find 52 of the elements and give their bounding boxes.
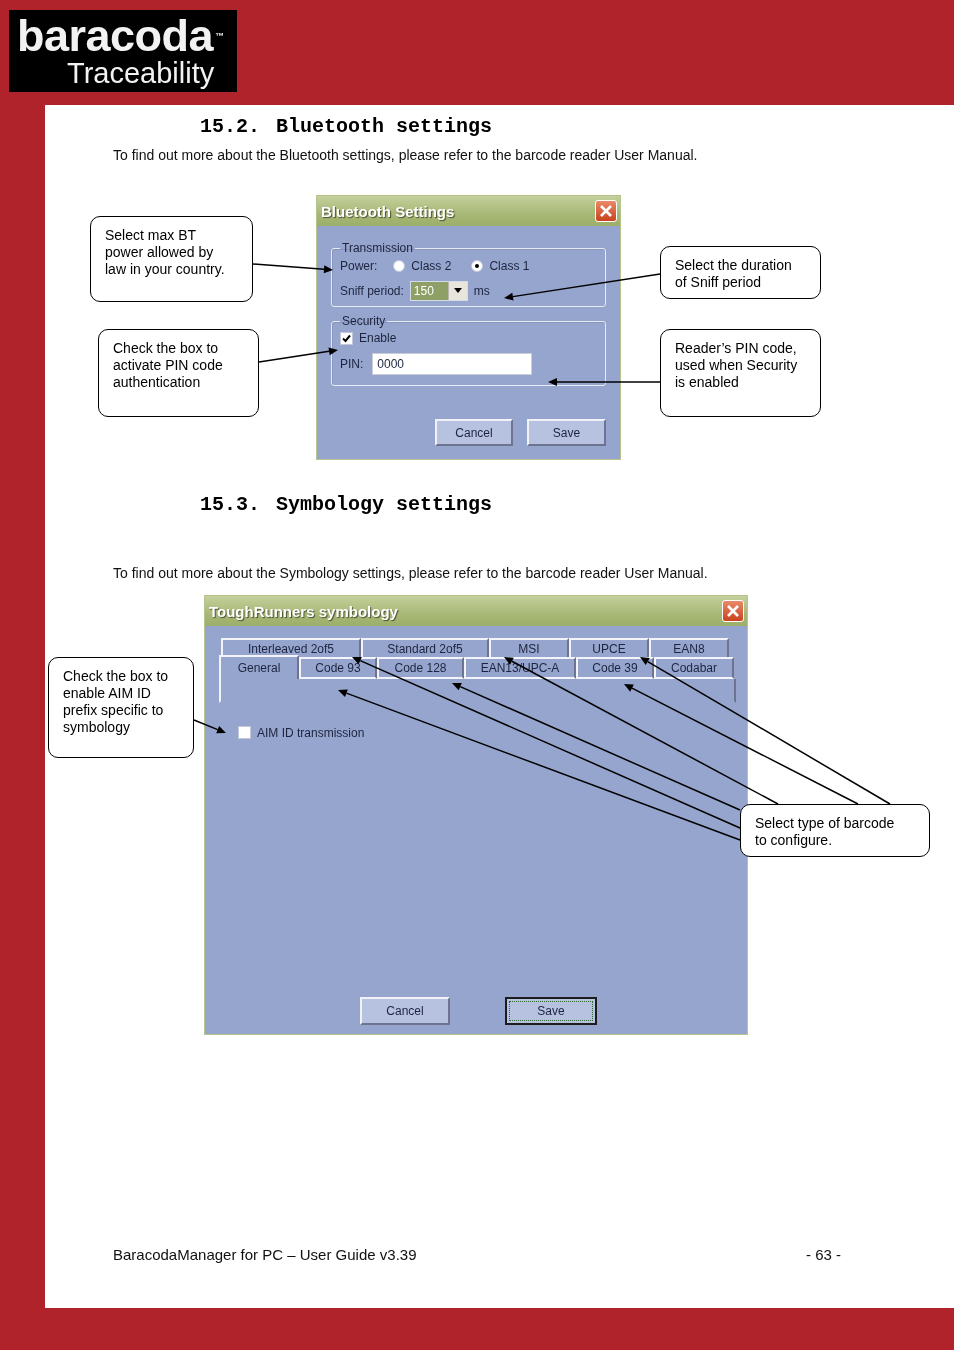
checkbox-label: Enable bbox=[359, 331, 397, 345]
tab[interactable]: UPCE bbox=[569, 638, 649, 658]
page-number: - 63 - bbox=[806, 1246, 841, 1264]
pin-field[interactable]: 0000 bbox=[372, 353, 533, 375]
tab[interactable]: Codabar bbox=[654, 657, 734, 679]
window-title: ToughRunners symbology bbox=[209, 602, 398, 620]
option-label: Class 2 bbox=[411, 259, 452, 273]
tab[interactable]: Code 39 bbox=[576, 657, 654, 679]
tab[interactable]: Code 128 bbox=[377, 657, 464, 679]
dialog-button[interactable]: Save bbox=[505, 997, 597, 1025]
intro-text: To find out more about the Bluetooth settings, please refer to the barcode reader User Manual. bbox=[112, 147, 699, 163]
close-button[interactable] bbox=[722, 600, 744, 622]
tab[interactable]: EAN8 bbox=[649, 638, 729, 658]
logo-tagline: Traceability bbox=[67, 58, 216, 88]
tab[interactable]: Code 93 bbox=[299, 657, 377, 679]
tab[interactable]: Standard 2of5 bbox=[361, 638, 489, 658]
callout-text: Check the box to enable AIM ID prefix specific to symbology bbox=[48, 657, 194, 758]
callout-text: Check the box to activate PIN code authentication bbox=[98, 329, 259, 417]
radio-button[interactable] bbox=[393, 260, 406, 272]
arrow bbox=[193, 719, 226, 734]
intro-text: To find out more about the Symbology settings, please refer to the barcode reader User Manual. bbox=[112, 565, 709, 581]
trademark-mark: ™ bbox=[215, 31, 224, 41]
section-heading: 15.3. Symbology settings bbox=[199, 493, 494, 517]
callout-text: Reader’s PIN code, used when Security is enabled bbox=[660, 329, 821, 417]
window-title: Bluetooth Settings bbox=[321, 202, 455, 220]
callout-text: Select type of barcode to configure. bbox=[740, 804, 930, 857]
section-heading: 15.2. Bluetooth settings bbox=[199, 115, 494, 139]
dialog-button[interactable]: Cancel bbox=[360, 997, 450, 1025]
callout-text: Select the duration of Sniff period bbox=[660, 246, 821, 299]
field-label: PIN: bbox=[340, 357, 364, 371]
dialog-button[interactable]: Save bbox=[527, 419, 606, 446]
checkbox-label: AIM ID transmission bbox=[257, 725, 365, 740]
callout-text: Select max BT power allowed by law in your country. bbox=[90, 216, 253, 302]
group-label: Transmission bbox=[341, 241, 414, 255]
checkbox[interactable] bbox=[340, 331, 353, 345]
field-label: Power: bbox=[340, 259, 378, 273]
footer-title: BaracodaManager for PC – User Guide v3.39 bbox=[113, 1246, 417, 1264]
dialog-button[interactable]: Cancel bbox=[435, 419, 513, 446]
group-label: Security bbox=[341, 314, 387, 328]
field-label: Sniff period: bbox=[340, 283, 404, 298]
radio-button[interactable] bbox=[471, 260, 484, 272]
tab[interactable]: Interleaved 2of5 bbox=[221, 638, 361, 658]
tab[interactable]: General bbox=[219, 655, 299, 679]
tab[interactable]: MSI bbox=[489, 638, 569, 658]
option-label: Class 1 bbox=[489, 259, 530, 273]
unit-label: ms bbox=[473, 283, 490, 298]
checkbox[interactable] bbox=[238, 726, 251, 739]
dropdown-arrow-icon bbox=[453, 288, 462, 293]
close-icon bbox=[599, 204, 613, 218]
logo-wordmark: baracoda™ bbox=[17, 14, 225, 58]
close-icon bbox=[726, 604, 740, 618]
close-button[interactable] bbox=[595, 200, 617, 222]
